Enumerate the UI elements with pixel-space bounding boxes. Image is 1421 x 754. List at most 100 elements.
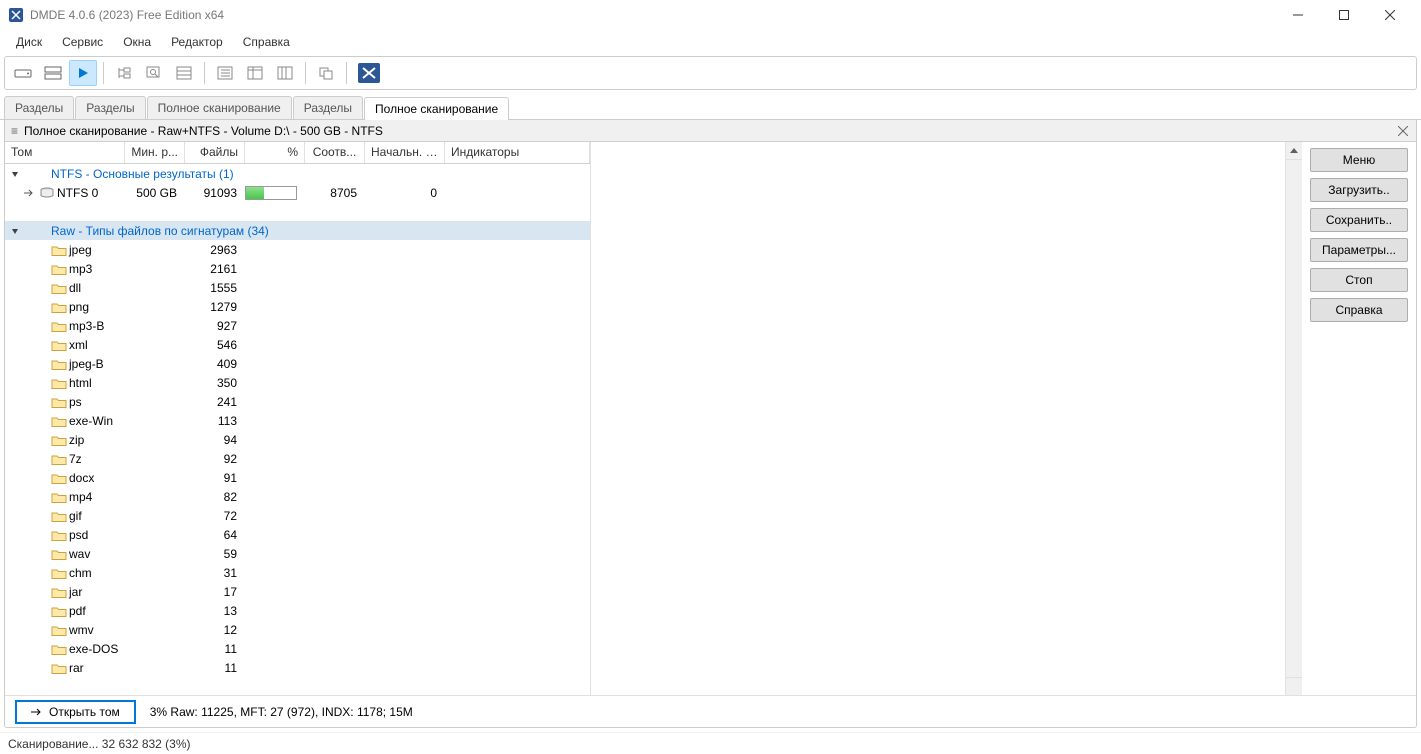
group-ntfs[interactable]: NTFS - Основные результаты (1) (5, 164, 590, 183)
close-button[interactable] (1367, 0, 1413, 30)
folder-icon (51, 604, 67, 618)
raw-item-name: docx (69, 471, 94, 485)
raw-item[interactable]: png1279 (5, 297, 590, 316)
col-volume[interactable]: Том (5, 142, 125, 163)
menu-button[interactable]: Меню (1310, 148, 1408, 172)
col-lba[interactable]: Начальн. LBA (365, 142, 445, 163)
tool-play-icon[interactable] (69, 60, 97, 86)
col-indicators[interactable]: Индикаторы (445, 142, 590, 163)
toolbar-separator (346, 62, 347, 84)
maximize-button[interactable] (1321, 0, 1367, 30)
expander-icon[interactable] (9, 168, 21, 180)
panel-header: ≡ Полное сканирование - Raw+NTFS - Volum… (5, 120, 1416, 142)
save-button[interactable]: Сохранить.. (1310, 208, 1408, 232)
raw-item-name: xml (69, 338, 88, 352)
raw-item-files: 2963 (185, 243, 245, 257)
raw-item[interactable]: exe-Win113 (5, 411, 590, 430)
params-button[interactable]: Параметры... (1310, 238, 1408, 262)
folder-icon (51, 566, 67, 580)
tab-4[interactable]: Полное сканирование (364, 97, 509, 120)
raw-item[interactable]: mp32161 (5, 259, 590, 278)
tab-bar: РазделыРазделыПолное сканированиеРазделы… (0, 92, 1421, 120)
raw-item[interactable]: wmv12 (5, 620, 590, 639)
raw-item[interactable]: gif72 (5, 506, 590, 525)
content-frame: ≡ Полное сканирование - Raw+NTFS - Volum… (4, 120, 1417, 728)
raw-item[interactable]: xml546 (5, 335, 590, 354)
menu-editor[interactable]: Редактор (161, 32, 233, 52)
expander-icon[interactable] (9, 225, 21, 237)
app-icon (8, 7, 24, 23)
help-button[interactable]: Справка (1310, 298, 1408, 322)
raw-item-name: jar (69, 585, 82, 599)
raw-item-files: 13 (185, 604, 245, 618)
menu-service[interactable]: Сервис (52, 32, 113, 52)
raw-item-name: mp3 (69, 262, 92, 276)
tool-copy-icon[interactable] (312, 60, 340, 86)
load-button[interactable]: Загрузить.. (1310, 178, 1408, 202)
stop-button[interactable]: Стоп (1310, 268, 1408, 292)
open-volume-button[interactable]: Открыть том (15, 700, 136, 724)
raw-item[interactable]: wav59 (5, 544, 590, 563)
tab-1[interactable]: Разделы (75, 96, 145, 119)
raw-item[interactable]: jpeg2963 (5, 240, 590, 259)
scroll-up-icon (1290, 148, 1298, 153)
folder-icon (51, 243, 67, 257)
col-minr[interactable]: Мин. р... (125, 142, 185, 163)
tree-body[interactable]: NTFS - Основные результаты (1)NTFS 0500 … (5, 164, 590, 695)
tool-list3-icon[interactable] (271, 60, 299, 86)
raw-item-files: 72 (185, 509, 245, 523)
col-files[interactable]: Файлы (185, 142, 245, 163)
tab-0[interactable]: Разделы (4, 96, 74, 119)
raw-item[interactable]: jpeg-B409 (5, 354, 590, 373)
raw-item[interactable]: ps241 (5, 392, 590, 411)
tab-2[interactable]: Полное сканирование (147, 96, 292, 119)
tool-disk-icon[interactable] (9, 60, 37, 86)
raw-item[interactable]: html350 (5, 373, 590, 392)
group-raw[interactable]: Raw - Типы файлов по сигнатурам (34) (5, 221, 590, 240)
arrow-icon (23, 188, 37, 198)
raw-item[interactable]: mp482 (5, 487, 590, 506)
panel-menu-icon[interactable]: ≡ (11, 124, 18, 138)
raw-item[interactable]: chm31 (5, 563, 590, 582)
tab-3[interactable]: Разделы (293, 96, 363, 119)
tool-volumes-icon[interactable] (39, 60, 67, 86)
col-percent[interactable]: % (245, 142, 305, 163)
raw-item-files: 91 (185, 471, 245, 485)
tool-list1-icon[interactable] (211, 60, 239, 86)
raw-item[interactable]: psd64 (5, 525, 590, 544)
toolbar-separator (305, 62, 306, 84)
raw-item[interactable]: pdf13 (5, 601, 590, 620)
menu-disk[interactable]: Диск (6, 32, 52, 52)
tool-list2-icon[interactable] (241, 60, 269, 86)
raw-item-files: 17 (185, 585, 245, 599)
raw-item[interactable]: exe-DOS11 (5, 639, 590, 658)
raw-item-files: 1279 (185, 300, 245, 314)
folder-icon (51, 528, 67, 542)
tool-dmde-icon[interactable] (353, 60, 385, 86)
folder-icon (51, 547, 67, 561)
vertical-scrollbar[interactable] (1285, 142, 1302, 695)
raw-item[interactable]: zip94 (5, 430, 590, 449)
col-match[interactable]: Соотв... (305, 142, 365, 163)
folder-icon (51, 623, 67, 637)
raw-item-files: 927 (185, 319, 245, 333)
tree-panel: Том Мин. р... Файлы % Соотв... Начальн. … (5, 142, 591, 695)
raw-item[interactable]: dll1555 (5, 278, 590, 297)
ntfs-row[interactable]: NTFS 0500 GB9109387050 (5, 183, 590, 202)
menu-help[interactable]: Справка (233, 32, 300, 52)
raw-item-name: 7z (69, 452, 82, 466)
raw-item[interactable]: rar11 (5, 658, 590, 677)
minimize-button[interactable] (1275, 0, 1321, 30)
menu-windows[interactable]: Окна (113, 32, 161, 52)
raw-item[interactable]: jar 17 (5, 582, 590, 601)
tool-grid-icon[interactable] (170, 60, 198, 86)
panel-close-button[interactable] (1396, 124, 1410, 138)
raw-item-name: rar (69, 661, 84, 675)
tool-search-icon[interactable] (140, 60, 168, 86)
raw-item[interactable]: 7z92 (5, 449, 590, 468)
raw-item[interactable]: mp3-B927 (5, 316, 590, 335)
raw-item[interactable]: docx 91 (5, 468, 590, 487)
tool-tree-icon[interactable] (110, 60, 138, 86)
disk-icon (39, 186, 55, 200)
raw-item-files: 12 (185, 623, 245, 637)
